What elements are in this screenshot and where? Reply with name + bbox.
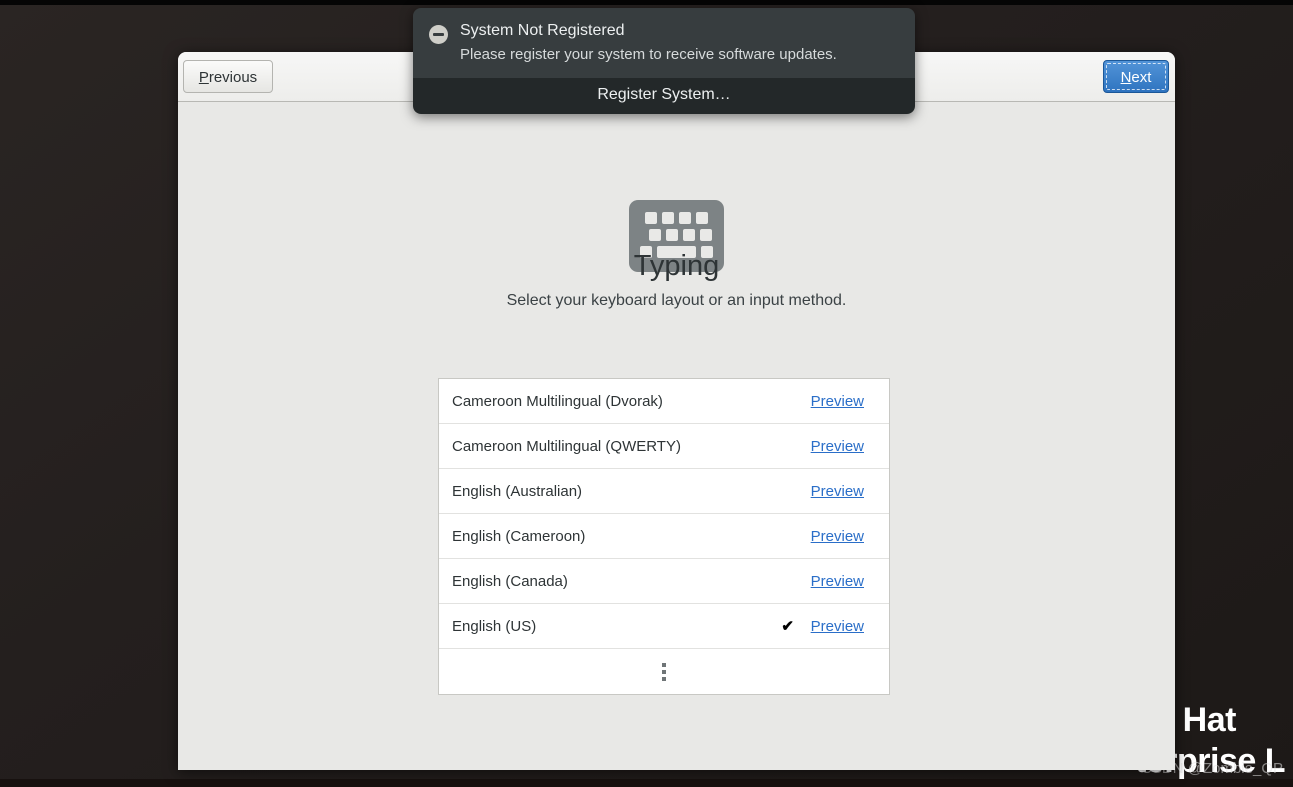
previous-button[interactable]: Previous: [183, 60, 273, 93]
layout-name: English (Cameroon): [452, 527, 586, 545]
layout-selected-check: ✔: [781, 618, 794, 635]
previous-button-mnemonic: P: [198, 69, 209, 86]
preview-link[interactable]: Preview: [811, 393, 864, 410]
preview-link[interactable]: Preview: [811, 618, 864, 635]
keyboard-key: [682, 229, 695, 241]
keyboard-key: [648, 229, 661, 241]
list-item[interactable]: English (Cameroon) Preview: [439, 514, 889, 559]
system-notification: System Not Registered Please register yo…: [413, 8, 915, 114]
list-item-selected[interactable]: English (US) ✔ Preview: [439, 604, 889, 649]
show-more-layouts-button[interactable]: [439, 649, 889, 694]
list-item[interactable]: Cameroon Multilingual (Dvorak) Preview: [439, 379, 889, 424]
page-subtitle: Select your keyboard layout or an input …: [506, 292, 847, 309]
list-item[interactable]: English (Australian) Preview: [439, 469, 889, 514]
ellipsis-dot: [662, 669, 666, 674]
next-button-label: ext: [1131, 69, 1152, 86]
list-item[interactable]: English (Canada) Preview: [439, 559, 889, 604]
layout-name: Cameroon Multilingual (Dvorak): [452, 392, 663, 410]
preview-link[interactable]: Preview: [811, 483, 864, 500]
desktop-bottom-strip: [0, 779, 1293, 787]
keyboard-layout-list: Cameroon Multilingual (Dvorak) Preview C…: [438, 378, 890, 695]
keyboard-key: [645, 212, 657, 224]
notification-title: System Not Registered: [460, 22, 625, 39]
notification-texts: System Not Registered Please register yo…: [460, 21, 899, 64]
ellipsis-dot: [662, 676, 666, 681]
list-item[interactable]: Cameroon Multilingual (QWERTY) Preview: [439, 424, 889, 469]
keyboard-key: [665, 229, 678, 241]
preview-link[interactable]: Preview: [811, 438, 864, 455]
notification-body: System Not Registered Please register yo…: [413, 8, 915, 78]
preview-link[interactable]: Preview: [811, 528, 864, 545]
vertical-ellipsis-icon: [662, 662, 666, 681]
installer-window: Previous Next Typing Select your keyboar…: [178, 52, 1175, 770]
layout-name: English (Canada): [452, 572, 568, 590]
keyboard-key: [679, 212, 691, 224]
layout-name: English (Australian): [452, 482, 583, 500]
previous-button-label: revious: [208, 69, 258, 86]
next-button[interactable]: Next: [1103, 60, 1169, 93]
window-content: Typing Select your keyboard layout or an…: [178, 102, 1175, 770]
next-button-mnemonic: N: [1120, 69, 1132, 86]
keyboard-icon-row-2: [640, 229, 713, 241]
notification-description: Please register your system to receive s…: [460, 46, 837, 63]
keyboard-key: [699, 229, 712, 241]
keyboard-key: [662, 212, 674, 224]
keyboard-key: [696, 212, 708, 224]
desktop-top-strip: [0, 0, 1293, 5]
layout-name: Cameroon Multilingual (QWERTY): [452, 437, 681, 455]
register-system-button[interactable]: Register System…: [413, 78, 915, 114]
layout-name: English (US): [452, 617, 537, 635]
keyboard-icon-row-1: [640, 212, 713, 224]
screen: ed Hat terprise L CSDN @Zombie_QP Previo…: [0, 0, 1293, 787]
ellipsis-dot: [662, 662, 666, 667]
preview-link[interactable]: Preview: [811, 573, 864, 590]
minus-circle-icon: [429, 25, 448, 44]
page-title: Typing: [633, 250, 720, 282]
